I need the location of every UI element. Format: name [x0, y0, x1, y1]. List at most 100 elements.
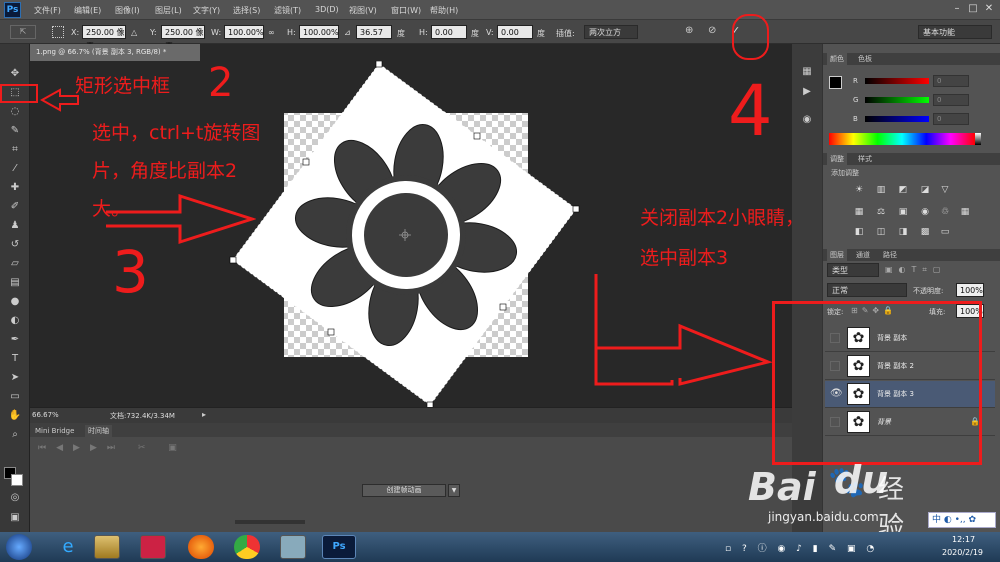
y-field[interactable]: 250.00 像素: [161, 25, 205, 51]
timeline-controls[interactable]: ⏮◀▶▶⏭ ✂ ▣: [38, 443, 187, 453]
menu-view[interactable]: 视图(V): [349, 5, 377, 16]
color-spectrum[interactable]: [829, 133, 975, 145]
maximize-icon[interactable]: □: [966, 2, 980, 16]
zoom-tool-icon[interactable]: ⌕: [5, 427, 25, 443]
menu-file[interactable]: 文件(F): [34, 5, 61, 16]
ime-bar[interactable]: 中 ◐ •,, ✿: [928, 512, 996, 528]
path-select-tool-icon[interactable]: ➤: [5, 370, 25, 386]
tab-timeline[interactable]: 时间轴: [85, 425, 112, 437]
menu-window[interactable]: 窗口(W): [391, 5, 421, 16]
minimize-icon[interactable]: –: [950, 2, 964, 16]
menu-image[interactable]: 图像(I): [115, 5, 140, 16]
vskew-field[interactable]: 0.00: [497, 25, 533, 39]
screen-mode-icon[interactable]: ▣: [5, 510, 25, 526]
tab-paths[interactable]: 路径: [880, 249, 900, 261]
tab-layers[interactable]: 图层: [827, 249, 847, 261]
cancel-transform-icon[interactable]: ⊘: [708, 25, 716, 36]
lookup-icon[interactable]: ▦: [959, 206, 971, 218]
r-value[interactable]: 0: [933, 75, 969, 87]
blur-tool-icon[interactable]: ●: [5, 294, 25, 310]
move-tool-icon[interactable]: ✥: [5, 66, 25, 82]
background-color-swatch[interactable]: [11, 474, 23, 486]
threshold-icon[interactable]: ◨: [897, 226, 909, 238]
menu-layer[interactable]: 图层(L): [155, 5, 182, 16]
stamp-tool-icon[interactable]: ♟: [5, 218, 25, 234]
b-value[interactable]: 0: [933, 113, 969, 125]
eraser-tool-icon[interactable]: ▱: [5, 256, 25, 272]
photo-filter-icon[interactable]: ◉: [919, 206, 931, 218]
type-tool-icon[interactable]: T: [5, 351, 25, 367]
timeline-zoom-slider[interactable]: [235, 520, 305, 524]
tab-color[interactable]: 颜色: [827, 53, 847, 65]
tab-adjustments[interactable]: 调整: [827, 153, 847, 165]
hskew-field[interactable]: 0.00: [431, 25, 467, 39]
opacity-field[interactable]: 100%: [956, 283, 984, 297]
tab-swatches[interactable]: 色板: [855, 53, 875, 65]
chevron-down-icon[interactable]: ▼: [448, 484, 460, 497]
explorer-icon[interactable]: [94, 535, 120, 559]
zoom-level[interactable]: 66.67%: [32, 411, 59, 419]
hsl-icon[interactable]: ▦: [853, 206, 865, 218]
media-player-icon[interactable]: [140, 535, 166, 559]
eyedropper-tool-icon[interactable]: ⁄: [5, 161, 25, 177]
interpolation-select[interactable]: 两次立方: [584, 25, 638, 39]
lasso-tool-icon[interactable]: ◌: [5, 104, 25, 120]
brightness-icon[interactable]: ☀: [853, 184, 865, 196]
hand-tool-icon[interactable]: ✋: [5, 408, 25, 424]
color-balance-icon[interactable]: ⚖: [875, 206, 887, 218]
brush-tool-icon[interactable]: ✐: [5, 199, 25, 215]
menu-edit[interactable]: 编辑(E): [74, 5, 101, 16]
posterize-icon[interactable]: ◫: [875, 226, 887, 238]
history-brush-tool-icon[interactable]: ↺: [5, 237, 25, 253]
workspace-select[interactable]: 基本功能: [918, 25, 992, 39]
history-panel-icon[interactable]: ▦: [798, 64, 816, 80]
tray-icons[interactable]: ▫ ? ⓘ ◉ ♪ ▮ ✎ ▣ ◔: [725, 541, 878, 554]
properties-panel-icon[interactable]: ◉: [798, 112, 816, 128]
menu-filter[interactable]: 滤镜(T): [274, 5, 301, 16]
menu-select[interactable]: 选择(S): [233, 5, 260, 16]
create-frame-animation-button[interactable]: 创建帧动画: [362, 484, 446, 497]
pen-tool-icon[interactable]: ✒: [5, 332, 25, 348]
start-button-icon[interactable]: [6, 534, 32, 560]
firefox-icon[interactable]: [188, 535, 214, 559]
gradient-tool-icon[interactable]: ▤: [5, 275, 25, 291]
photoshop-taskbar-icon[interactable]: Ps: [322, 535, 356, 559]
height-field[interactable]: 100.00%: [299, 25, 339, 39]
warp-icon[interactable]: ⊕: [685, 25, 693, 36]
blend-mode-select[interactable]: 正常: [827, 283, 907, 297]
reference-point-icon[interactable]: [52, 26, 64, 38]
paint-icon[interactable]: [280, 535, 306, 559]
dodge-tool-icon[interactable]: ◐: [5, 313, 25, 329]
document-tab[interactable]: 1.png @ 66.7% (背景 副本 3, RGB/8) *: [30, 44, 200, 61]
channel-mixer-icon[interactable]: ♲: [939, 206, 951, 218]
width-field[interactable]: 100.00%: [224, 25, 264, 39]
transform-tool-icon[interactable]: ⇱: [10, 25, 36, 39]
ie-icon[interactable]: e: [55, 535, 81, 559]
clock-date[interactable]: 2020/2/19: [942, 548, 983, 557]
r-slider[interactable]: [865, 78, 929, 84]
tab-styles[interactable]: 样式: [855, 153, 875, 165]
quick-mask-icon[interactable]: ◎: [5, 490, 25, 506]
shape-tool-icon[interactable]: ▭: [5, 389, 25, 405]
levels-icon[interactable]: ▥: [875, 184, 887, 196]
bw-ramp[interactable]: [975, 133, 981, 145]
g-slider[interactable]: [865, 97, 929, 103]
menu-3d[interactable]: 3D(D): [315, 5, 339, 14]
tab-channels[interactable]: 通道: [853, 249, 873, 261]
selective-color-icon[interactable]: ▩: [919, 226, 931, 238]
bw-icon[interactable]: ▣: [897, 206, 909, 218]
vibrance-icon[interactable]: ▽: [939, 184, 951, 196]
b-slider[interactable]: [865, 116, 929, 122]
angle-field[interactable]: 36.57: [356, 25, 392, 39]
menu-type[interactable]: 文字(Y): [193, 5, 220, 16]
menu-help[interactable]: 帮助(H): [430, 5, 458, 16]
chrome-icon[interactable]: [234, 535, 260, 559]
fg-color-chip[interactable]: [829, 76, 842, 89]
layer-filter-select[interactable]: 类型: [827, 263, 879, 277]
gradient-map-icon[interactable]: ▭: [939, 226, 951, 238]
layer-filter-icons[interactable]: ▣◐T⌗▢: [885, 265, 947, 275]
x-field[interactable]: 250.00 像素: [82, 25, 126, 51]
healing-tool-icon[interactable]: ✚: [5, 180, 25, 196]
tab-mini-bridge[interactable]: Mini Bridge: [32, 425, 77, 437]
actions-panel-icon[interactable]: ▶: [798, 84, 816, 100]
